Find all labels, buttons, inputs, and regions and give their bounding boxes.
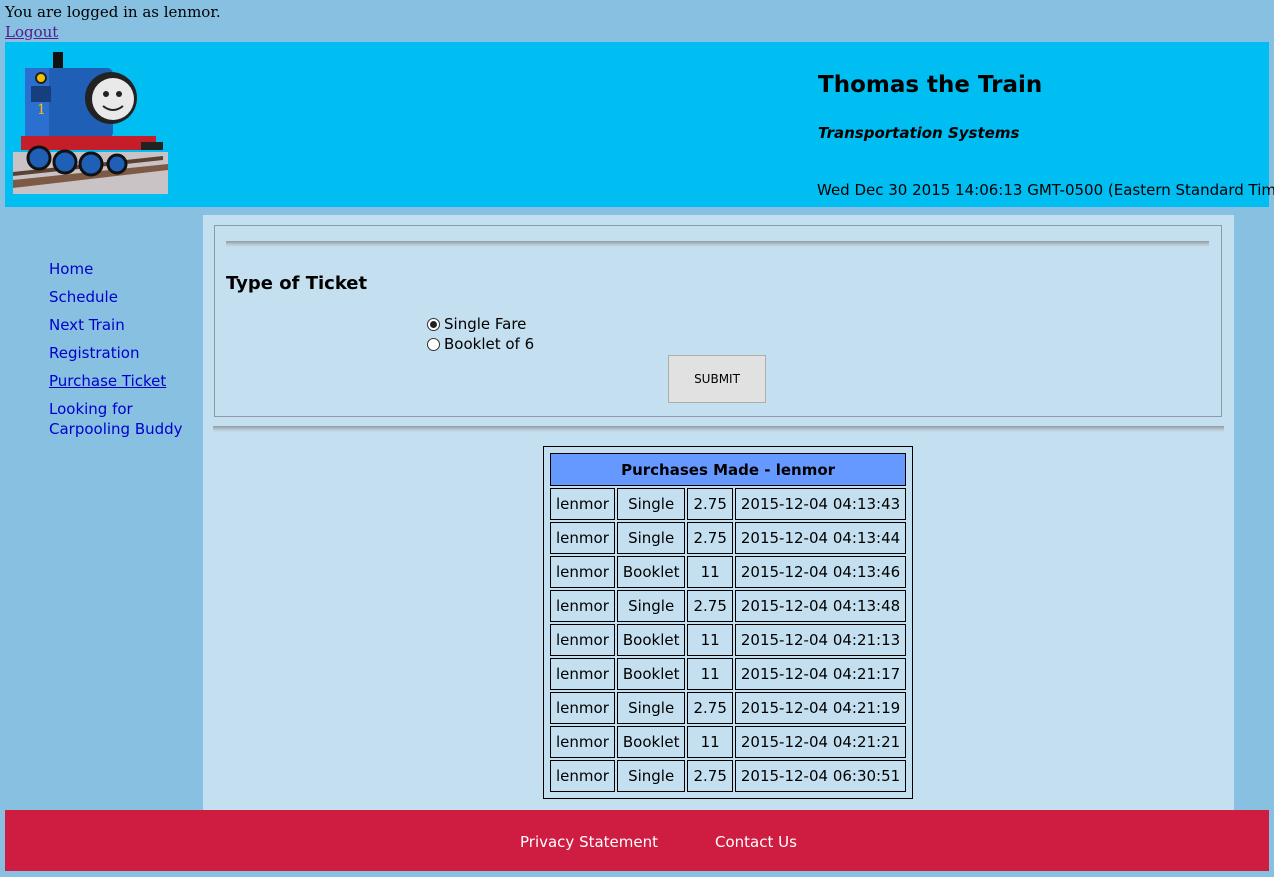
ticket-type-cell: Single — [616, 590, 686, 622]
timestamp-cell: 2015-12-04 04:13:48 — [734, 590, 907, 622]
svg-text:1: 1 — [37, 102, 46, 118]
single-fare-radio[interactable] — [427, 317, 440, 331]
user-cell: lenmor — [550, 760, 615, 792]
user-cell: lenmor — [550, 658, 615, 690]
timestamp-cell: 2015-12-04 06:30:51 — [734, 760, 907, 792]
ticket-form: Type of Ticket Single Fare Booklet of 6 … — [214, 225, 1222, 417]
amount-cell: 2.75 — [687, 760, 733, 792]
ticket-type-cell: Single — [616, 522, 686, 554]
amount-cell: 2.75 — [687, 522, 733, 554]
ticket-type-cell: Booklet — [616, 726, 686, 758]
table-row: lenmor Single 2.75 2015-12-04 04:13:44 — [550, 522, 907, 554]
sidebar-item-schedule[interactable]: Schedule — [49, 287, 199, 307]
logout-link[interactable]: Logout — [5, 23, 58, 41]
ticket-type-heading: Type of Ticket — [226, 273, 368, 294]
timestamp-cell: 2015-12-04 04:21:13 — [734, 624, 907, 656]
amount-cell: 11 — [687, 556, 733, 588]
contact-us-link[interactable]: Contact Us — [715, 833, 797, 851]
table-row: lenmor Booklet 11 2015-12-04 04:13:46 — [550, 556, 907, 588]
user-cell: lenmor — [550, 624, 615, 656]
ticket-type-cell: Booklet — [616, 556, 686, 588]
logged-in-status: You are logged in as lenmor. — [5, 3, 221, 21]
current-datetime: Wed Dec 30 2015 14:06:13 GMT-0500 (Easte… — [817, 181, 1274, 199]
amount-cell: 2.75 — [687, 488, 733, 520]
ticket-type-cell: Single — [616, 692, 686, 724]
table-row: lenmor Single 2.75 2015-12-04 06:30:51 — [550, 760, 907, 792]
booklet-option[interactable]: Booklet of 6 — [427, 335, 534, 353]
ticket-type-cell: Booklet — [616, 624, 686, 656]
table-row: lenmor Single 2.75 2015-12-04 04:13:48 — [550, 590, 907, 622]
amount-cell: 11 — [687, 658, 733, 690]
ticket-type-cell: Single — [616, 760, 686, 792]
user-cell: lenmor — [550, 692, 615, 724]
thomas-train-logo: 1 — [13, 52, 168, 194]
divider — [226, 241, 1209, 247]
ticket-type-cell: Booklet — [616, 658, 686, 690]
table-row: lenmor Booklet 11 2015-12-04 04:21:13 — [550, 624, 907, 656]
booklet-radio[interactable] — [427, 337, 440, 351]
sidebar-item-registration[interactable]: Registration — [49, 343, 199, 363]
table-row: lenmor Single 2.75 2015-12-04 04:21:19 — [550, 692, 907, 724]
timestamp-cell: 2015-12-04 04:21:21 — [734, 726, 907, 758]
table-row: lenmor Booklet 11 2015-12-04 04:21:21 — [550, 726, 907, 758]
timestamp-cell: 2015-12-04 04:13:44 — [734, 522, 907, 554]
site-header: 1 Thomas the Train Transportation System… — [5, 42, 1274, 207]
site-subtitle: Transportation Systems — [818, 124, 1020, 142]
ticket-type-cell: Single — [616, 488, 686, 520]
amount-cell: 2.75 — [687, 590, 733, 622]
main-content: Type of Ticket Single Fare Booklet of 6 … — [203, 215, 1234, 811]
amount-cell: 11 — [687, 624, 733, 656]
divider — [213, 426, 1224, 432]
privacy-statement-link[interactable]: Privacy Statement — [520, 833, 658, 851]
sidebar-item-next-train[interactable]: Next Train — [49, 315, 199, 335]
timestamp-cell: 2015-12-04 04:21:19 — [734, 692, 907, 724]
table-row: lenmor Single 2.75 2015-12-04 04:13:43 — [550, 488, 907, 520]
sidebar-nav: Home Schedule Next Train Registration Pu… — [49, 259, 199, 447]
booklet-label: Booklet of 6 — [444, 335, 535, 353]
site-footer: Privacy Statement Contact Us — [5, 810, 1269, 871]
single-fare-label: Single Fare — [444, 315, 527, 333]
user-cell: lenmor — [550, 726, 615, 758]
user-cell: lenmor — [550, 556, 615, 588]
timestamp-cell: 2015-12-04 04:13:46 — [734, 556, 907, 588]
purchases-table: Purchases Made - lenmor lenmor Single 2.… — [543, 446, 914, 799]
timestamp-cell: 2015-12-04 04:21:17 — [734, 658, 907, 690]
sidebar-item-purchase-ticket[interactable]: Purchase Ticket — [49, 371, 199, 391]
sidebar-item-home[interactable]: Home — [49, 259, 199, 279]
sidebar-item-carpooling-buddy[interactable]: Looking for Carpooling Buddy — [49, 399, 199, 439]
user-cell: lenmor — [550, 590, 615, 622]
single-fare-option[interactable]: Single Fare — [427, 315, 526, 333]
timestamp-cell: 2015-12-04 04:13:43 — [734, 488, 907, 520]
purchases-table-title: Purchases Made - lenmor — [550, 453, 907, 486]
amount-cell: 11 — [687, 726, 733, 758]
submit-button[interactable]: SUBMIT — [668, 355, 766, 403]
user-cell: lenmor — [550, 522, 615, 554]
user-cell: lenmor — [550, 488, 615, 520]
site-title: Thomas the Train — [818, 72, 1043, 98]
table-row: lenmor Booklet 11 2015-12-04 04:21:17 — [550, 658, 907, 690]
amount-cell: 2.75 — [687, 692, 733, 724]
